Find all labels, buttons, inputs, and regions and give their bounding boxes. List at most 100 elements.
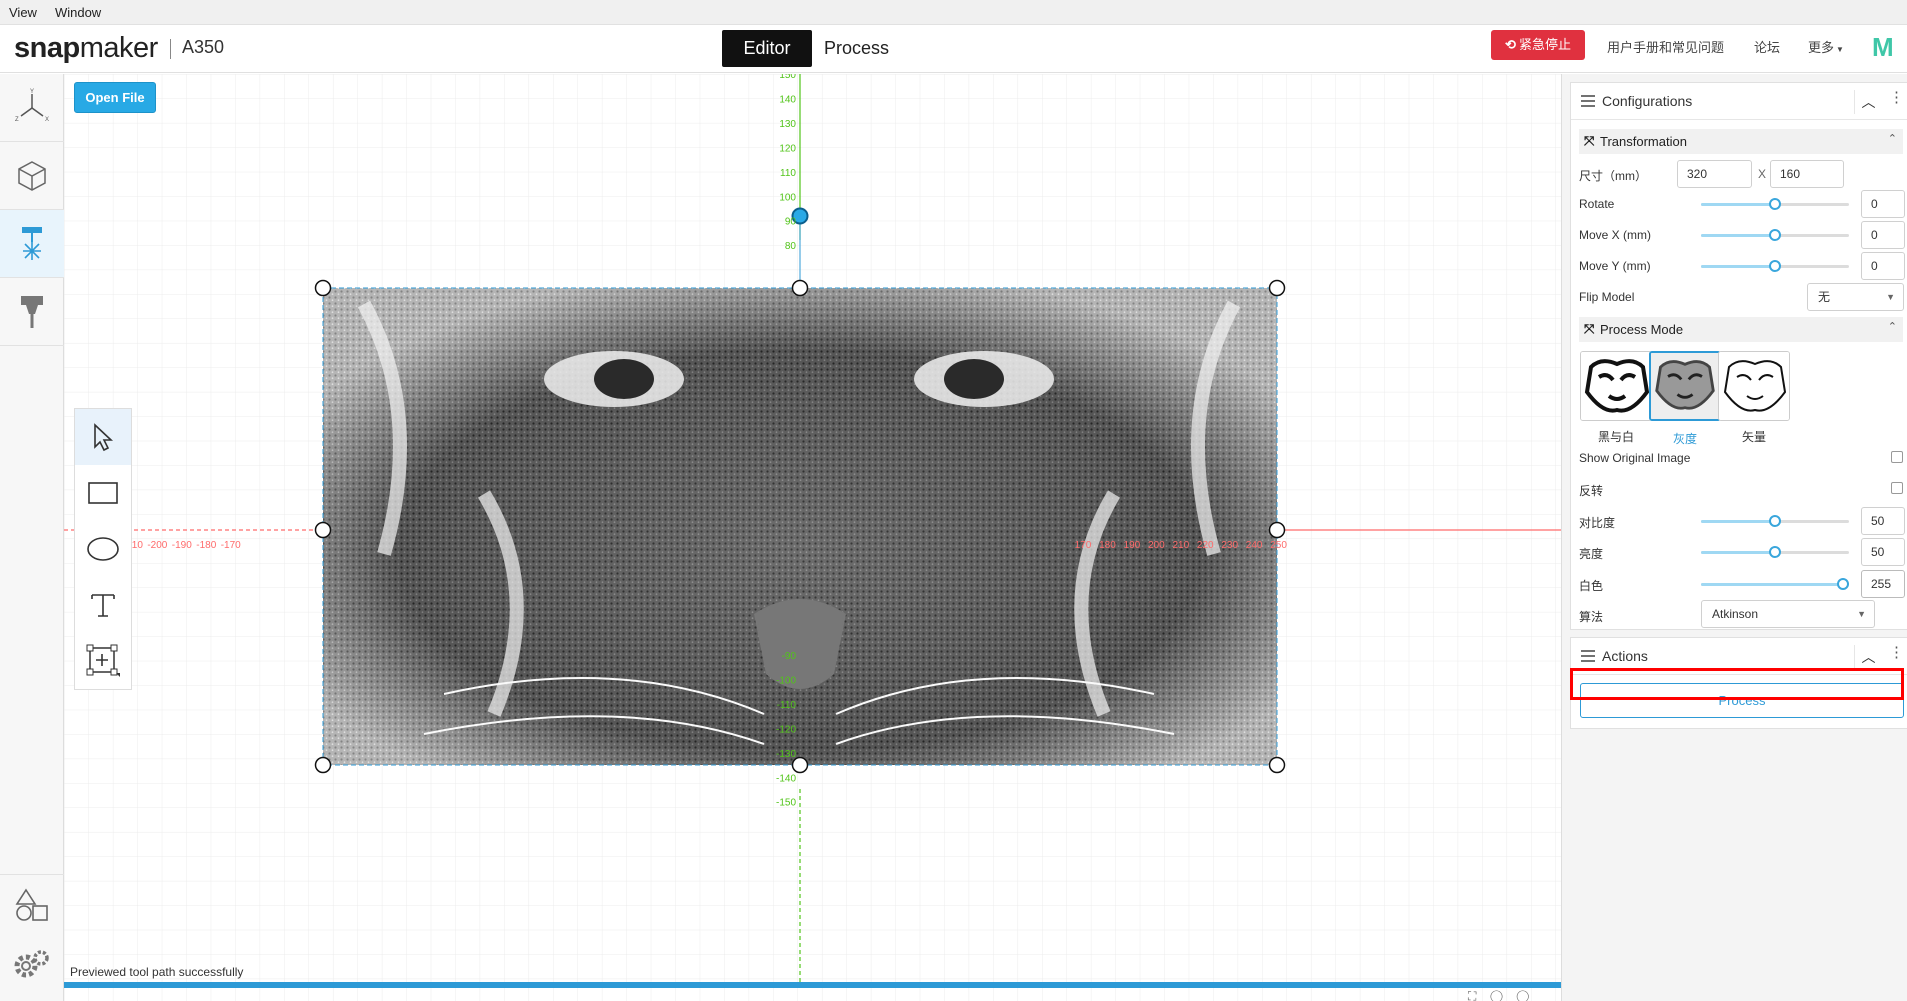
text-tool-button[interactable] (75, 577, 131, 633)
configurations-card: Configurations ︿ ⋮ ⤧ Transformation ⌃ 尺寸… (1570, 82, 1907, 630)
flip-select[interactable]: 无 ▼ (1807, 283, 1904, 311)
contrast-input[interactable]: 50 (1861, 507, 1905, 535)
show-original-checkbox[interactable] (1891, 451, 1903, 463)
status-message: Previewed tool path successfully (70, 965, 244, 979)
editor-canvas[interactable]: 150 140 130 120 110 100 90 80 -90 -100 -110 -120 -13… (64, 74, 1561, 1001)
3d-printing-button[interactable] (0, 142, 64, 210)
laser-button[interactable] (0, 210, 64, 278)
brightness-input[interactable]: 50 (1861, 538, 1905, 566)
rectangle-tool-button[interactable] (75, 465, 131, 521)
forum-link[interactable]: 论坛 (1754, 37, 1780, 56)
collapse-icon[interactable]: ︿ (1854, 90, 1882, 114)
caret-down-icon: ▼ (1886, 292, 1895, 302)
ellipse-icon (87, 537, 119, 561)
transformation-section-header[interactable]: ⤧ Transformation ⌃ (1579, 129, 1903, 154)
actions-header[interactable]: Actions ︿ ⋮ (1571, 638, 1907, 675)
menu-view[interactable]: View (0, 0, 46, 25)
app-header: snapmaker A350 Editor Process ⟲ 紧急停止 用户手册… (0, 25, 1907, 73)
slider-knob[interactable] (1769, 515, 1781, 527)
resize-handle-bl[interactable] (314, 756, 332, 774)
emergency-stop-label: 紧急停止 (1518, 37, 1571, 52)
mode-bw-tile[interactable] (1580, 351, 1652, 421)
laser-icon (22, 226, 42, 260)
white-slider[interactable] (1701, 578, 1849, 590)
configurations-title: Configurations (1602, 93, 1693, 109)
logo-maker-text: maker (79, 32, 159, 64)
view-controls[interactable]: ⛶◯◯ (1468, 989, 1543, 1001)
x-axis-tick-label: -200 (147, 540, 167, 551)
slider-knob[interactable] (1837, 578, 1849, 590)
x-axis-tick-label: 190 (1124, 540, 1141, 551)
resize-handle-br[interactable] (1268, 756, 1286, 774)
emergency-stop-button[interactable]: ⟲ 紧急停止 (1491, 30, 1585, 60)
more-options-icon[interactable]: ⋮ (1889, 88, 1904, 106)
svg-text:Y: Y (30, 89, 34, 95)
slider-knob[interactable] (1769, 260, 1781, 272)
y-axis-tick-label: -150 (776, 798, 796, 809)
left-toolbar: Y Z X (0, 74, 64, 1001)
menu-window[interactable]: Window (46, 0, 110, 25)
slider-knob[interactable] (1769, 546, 1781, 558)
process-button[interactable]: Process (1580, 683, 1904, 718)
more-label: 更多 (1808, 40, 1835, 55)
invert-checkbox[interactable] (1891, 482, 1903, 494)
resize-handle-tr[interactable] (1268, 279, 1286, 297)
settings-button[interactable] (0, 934, 64, 994)
resize-handle-t[interactable] (791, 279, 809, 297)
expand-arrows-icon: ⤧ (1584, 133, 1595, 148)
y-axis-tick-label: 90 (785, 217, 797, 228)
process-mode-section-header[interactable]: ⤧ Process Mode ⌃ (1579, 317, 1903, 342)
cnc-button[interactable] (0, 278, 64, 346)
mode-vector-label: 矢量 (1741, 430, 1766, 444)
move-y-slider[interactable] (1701, 260, 1849, 272)
x-axis-tick-label: 220 (1197, 540, 1214, 551)
drawing-toolbar (74, 408, 132, 690)
add-shape-tool-button[interactable] (75, 633, 131, 689)
canvas-grid: 150 140 130 120 110 100 90 80 -90 -100 -110 -120 -13… (64, 74, 1561, 1001)
height-input[interactable]: 160 (1770, 160, 1844, 188)
mode-bw-label: 黑与白 (1597, 430, 1634, 444)
mode-greyscale-tile[interactable] (1649, 351, 1721, 421)
m-brand-icon[interactable]: M (1872, 32, 1894, 63)
resize-handle-tl[interactable] (314, 279, 332, 297)
width-input[interactable]: 320 (1677, 160, 1752, 188)
white-input[interactable]: 255 (1861, 570, 1905, 598)
tab-process[interactable]: Process (824, 30, 889, 67)
y-axis-tick-label: -140 (776, 773, 796, 784)
more-options-icon[interactable]: ⋮ (1889, 643, 1904, 661)
slider-knob[interactable] (1769, 198, 1781, 210)
ellipse-tool-button[interactable] (75, 521, 131, 577)
select-tool-button[interactable] (75, 409, 131, 465)
more-menu[interactable]: 更多 ▼ (1808, 37, 1844, 56)
tiger-bw-thumbnail (1581, 352, 1651, 420)
move-y-input[interactable]: 0 (1861, 252, 1905, 280)
configurations-header[interactable]: Configurations ︿ ⋮ (1571, 83, 1907, 120)
workspace-button[interactable]: Y Z X (0, 74, 64, 142)
mode-vector-tile[interactable] (1718, 351, 1790, 421)
gear-icon (14, 950, 49, 978)
collapse-icon[interactable]: ︿ (1854, 645, 1882, 669)
tab-editor[interactable]: Editor (722, 30, 812, 67)
resize-handle-l[interactable] (314, 521, 332, 539)
move-x-slider[interactable] (1701, 229, 1849, 241)
open-file-button[interactable]: Open File (74, 82, 156, 113)
white-label: 白色 (1579, 579, 1604, 593)
rotate-input[interactable]: 0 (1861, 190, 1905, 218)
expand-arrows-icon: ⤧ (1584, 321, 1595, 336)
transformation-title: Transformation (1600, 134, 1687, 149)
shapes-button[interactable] (0, 874, 64, 934)
move-x-input[interactable]: 0 (1861, 221, 1905, 249)
rotate-label: Rotate (1579, 197, 1615, 211)
slider-knob[interactable] (1769, 229, 1781, 241)
engraving-image[interactable] (323, 288, 1277, 765)
contrast-slider[interactable] (1701, 515, 1849, 527)
algorithm-select[interactable]: Atkinson ▼ (1701, 600, 1875, 628)
x-axis-tick-label: 170 (1075, 540, 1092, 551)
x-axis-tick-label: -190 (172, 540, 192, 551)
resize-handle-r[interactable] (1268, 521, 1286, 539)
rotate-slider[interactable] (1701, 198, 1849, 210)
manual-faq-link[interactable]: 用户手册和常见问题 (1607, 37, 1724, 56)
cnc-icon (21, 295, 43, 328)
brightness-slider[interactable] (1701, 546, 1849, 558)
x-axis-tick-label: 250 (1270, 540, 1287, 551)
